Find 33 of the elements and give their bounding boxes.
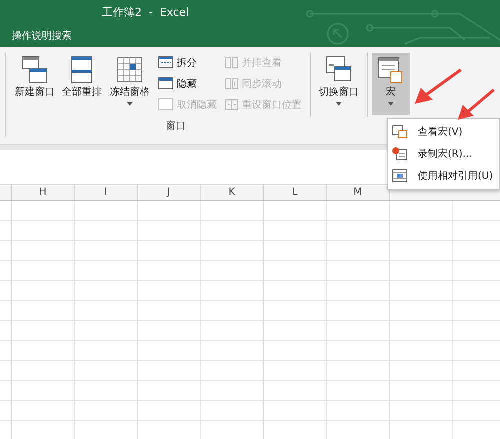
- window-title: 工作簿2 - Excel: [102, 6, 190, 21]
- column-header[interactable]: L: [264, 185, 327, 200]
- macro-view-icon: [392, 125, 408, 139]
- ribbon-small-button[interactable]: 隐藏: [158, 74, 217, 93]
- grid-icon: [116, 55, 144, 85]
- ribbon-button[interactable]: 全部重排: [58, 53, 106, 117]
- menu-item[interactable]: 查看宏(V): [388, 121, 499, 143]
- column-header[interactable]: I: [75, 185, 138, 200]
- annotation-arrow: [415, 68, 462, 104]
- record-icon: [392, 147, 408, 161]
- pages-icon: [225, 98, 239, 110]
- column-header[interactable]: K: [201, 185, 264, 200]
- macro-icon: [378, 57, 404, 85]
- windows-icon: [21, 55, 49, 85]
- window-icon: [158, 77, 174, 90]
- ribbon-button[interactable]: 新建窗口: [12, 53, 58, 117]
- relative-reference-icon: [392, 169, 408, 183]
- pages-icon: [225, 56, 239, 68]
- switch-window-button[interactable]: 切换窗口: [315, 53, 363, 117]
- menu-item[interactable]: 录制宏(R)...: [388, 143, 499, 165]
- window-icon: [158, 98, 174, 111]
- column-header[interactable]: J: [138, 185, 201, 200]
- ribbon-button[interactable]: 冻结窗格: [106, 53, 154, 117]
- macro-button[interactable]: 宏: [372, 53, 410, 115]
- group-label: 窗口: [165, 120, 186, 133]
- tell-me-search[interactable]: 操作说明搜索: [12, 29, 500, 43]
- ribbon-small-button[interactable]: 拆分: [158, 53, 217, 72]
- stacked-windows-icon: [70, 55, 94, 85]
- annotation-arrow: [458, 88, 495, 120]
- menu-item[interactable]: 使用相对引用(U): [388, 165, 499, 187]
- column-header[interactable]: H: [12, 185, 75, 200]
- pages-icon: [225, 78, 239, 90]
- split-icon: [158, 56, 174, 69]
